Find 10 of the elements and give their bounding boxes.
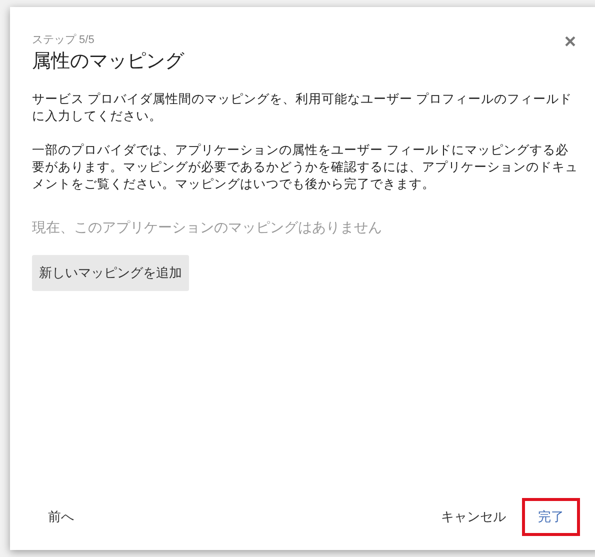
close-button[interactable]: ×	[560, 32, 580, 52]
cancel-button[interactable]: キャンセル	[425, 498, 522, 536]
description-text: サービス プロバイダ属性間のマッピングを、利用可能なユーザー プロフィールのフィールドに入力してください。	[32, 91, 573, 125]
step-indicator: ステップ 5/5	[32, 32, 96, 47]
dialog-title: 属性のマッピング	[32, 50, 184, 74]
description-text: 一部のプロバイダでは、アプリケーションの属性をユーザー フィールドにマッピングする必要があります。マッピングが必要であるかどうかを確認するには、アプリケーションのドキュメントをご覧ください。マッピングはいつでも後から完了できます。	[32, 142, 579, 193]
back-button[interactable]: 前へ	[32, 498, 90, 536]
done-button[interactable]: 完了	[522, 498, 580, 536]
empty-message: 現在、このアプリケーションのマッピングはありません	[32, 219, 383, 237]
add-mapping-button[interactable]: 新しいマッピングを追加	[32, 255, 189, 291]
